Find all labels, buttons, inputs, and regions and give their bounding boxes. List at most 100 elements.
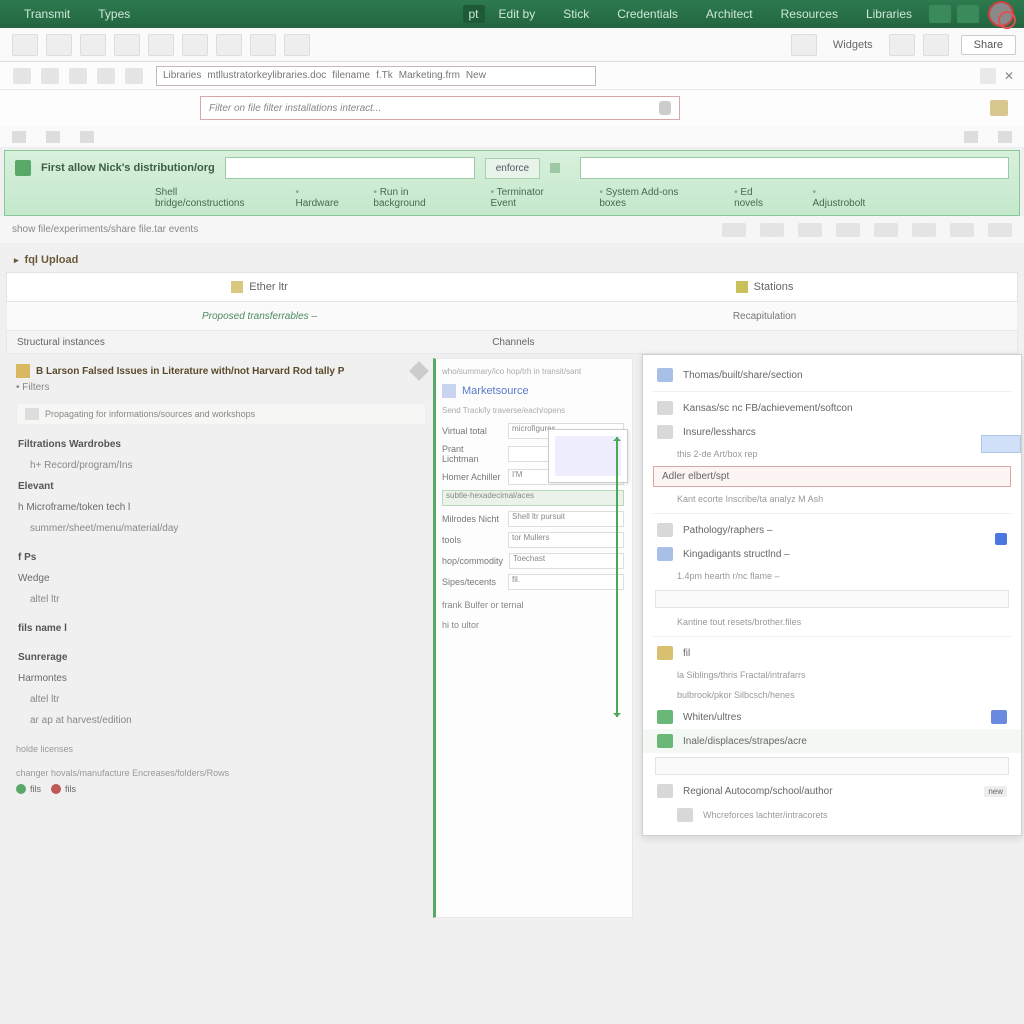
qtab-2[interactable]: Run in background [373,187,460,209]
r-item-18[interactable]: Whcreforces lachter/intracorets [643,803,1021,827]
qtab-1[interactable]: Hardware [296,187,344,209]
pencil-icon[interactable] [409,361,429,381]
tb-1[interactable] [12,131,26,143]
r-item-15[interactable]: Inale/displaces/strapes/acre [643,729,1021,753]
r-item-8[interactable]: 1.4pm hearth r/nc flame – [643,566,1021,586]
ribbon-btn-6[interactable] [182,34,208,56]
menu-libraries[interactable]: Libraries [852,7,926,21]
section-upload[interactable]: fql Upload [0,244,1024,272]
ribbon-btn-8[interactable] [250,34,276,56]
account-avatar[interactable] [988,1,1014,27]
tb-r2[interactable] [998,131,1012,143]
li-g1-4[interactable]: summer/sheet/menu/material/day [16,519,426,538]
li-g4-3[interactable]: ar ap at harvest/edition [16,711,426,730]
tb-3[interactable] [80,131,94,143]
menu-types[interactable]: Types [84,7,144,21]
path-icon-refresh[interactable] [97,68,115,84]
ribbon-btn-7[interactable] [216,34,242,56]
menu-pill[interactable]: pt [463,5,485,23]
li-g1-2[interactable]: Elevant [16,477,426,496]
r-item-12[interactable]: la Siblings/thris Fractal/intrafarrs [643,665,1021,685]
li-g2-2[interactable]: altel ltr [16,590,426,609]
mr5-v[interactable]: tor Mullers [508,532,624,548]
tab-ether[interactable]: Ether ltr [7,281,512,293]
path-icon-back[interactable] [13,68,31,84]
qtab-4[interactable]: System Add-ons boxes [599,187,704,209]
mr7-v[interactable]: fil. [508,574,624,590]
crumb-5[interactable]: New [466,70,486,81]
tb-2[interactable] [46,131,60,143]
li-g1-0[interactable]: Filtrations Wardrobes [16,435,426,454]
r-item-1[interactable]: Kansas/sc nc FB/achievement/softcon [643,396,1021,420]
qtab-6[interactable]: Adjustrobolt [813,187,870,209]
crumb-3[interactable]: f.Tk [376,70,393,81]
mini-thumb[interactable] [981,435,1021,453]
menu-icon-2[interactable] [957,5,979,23]
qtab-0[interactable]: Shell bridge/constructions [155,187,266,209]
share-button[interactable]: Share [961,35,1016,55]
r-item-13[interactable]: bulbrook/pkor Silbcsch/henes [643,685,1021,705]
query-input-1[interactable] [225,157,475,179]
r-item-5[interactable]: Kant ecorte Inscribe/ta analyz M Ash [643,489,1021,509]
fchip-2[interactable] [760,223,784,237]
li-g1-3[interactable]: h Microframe/token tech l [16,498,426,517]
ribbon-btn-r1[interactable] [791,34,817,56]
tab-stations[interactable]: Stations [512,281,1017,293]
mr6-v[interactable]: Toechast [509,553,624,569]
mr4-v[interactable]: Shell ltr pursuit [508,511,624,527]
li-g1-1[interactable]: h+ Record/program/Ins [16,456,426,475]
li-g2-1[interactable]: Wedge [16,569,426,588]
tb-r1[interactable] [964,131,978,143]
menu-icon-1[interactable] [929,5,951,23]
li-g4-0[interactable]: Sunrerage [16,648,426,667]
menu-stick[interactable]: Stick [549,7,603,21]
fchip-6[interactable] [912,223,936,237]
query-input-2[interactable] [580,157,1009,179]
fchip-1[interactable] [722,223,746,237]
r-item-7[interactable]: Kingadigants structlnd – [643,542,1021,566]
ribbon-btn-9[interactable] [284,34,310,56]
history-icon[interactable] [980,68,996,84]
path-icon-up[interactable] [69,68,87,84]
query-enforce-button[interactable]: enforce [485,158,540,179]
fchip-7[interactable] [950,223,974,237]
search-input[interactable]: Filter on file filter installations inte… [200,96,680,120]
crumb-1[interactable]: mtllustratorkeylibraries.doc [207,70,326,81]
ribbon-btn-4[interactable] [114,34,140,56]
crumb-2[interactable]: filename [332,70,370,81]
r-item-0[interactable]: Thomas/built/share/section [643,363,1021,387]
qtab-5[interactable]: Ed novels [734,187,782,209]
r-item-14[interactable]: Whiten/ultres [643,705,1021,729]
subtab-recap[interactable]: Recapitulation [512,311,1017,322]
close-icon[interactable]: ✕ [1002,69,1016,83]
menu-editby[interactable]: Edit by [485,7,550,21]
r-item-3[interactable]: this 2-de Art/box rep [643,444,1021,464]
ribbon-btn-r2[interactable] [889,34,915,56]
qtab-3[interactable]: Terminator Event [490,187,569,209]
subtab-proposed[interactable]: Proposed transferrables – [7,311,512,322]
li-g4-2[interactable]: altel ltr [16,690,426,709]
tag-icon[interactable] [990,100,1008,116]
chip-green[interactable]: fils [16,784,41,794]
crumb-0[interactable]: Libraries [163,70,201,81]
r-item-6[interactable]: Pathology/raphers – [643,518,1021,542]
hdr-channels[interactable]: Channels [492,337,534,348]
menu-transmit[interactable]: Transmit [10,7,84,21]
path-icon-home[interactable] [125,68,143,84]
ribbon-btn-1[interactable] [12,34,38,56]
mr3-v[interactable]: subtle-hexadecimal/aces [442,490,624,506]
fchip-4[interactable] [836,223,860,237]
li-g3-0[interactable]: fils name l [16,619,426,638]
r-item-10[interactable]: Kantine tout resets/brother.files [643,612,1021,632]
r-item-2[interactable]: Insure/lessharcs [643,420,1021,444]
breadcrumb[interactable]: Libraries mtllustratorkeylibraries.doc f… [156,66,596,86]
menu-credentials[interactable]: Credentials [603,7,692,21]
fchip-3[interactable] [798,223,822,237]
ribbon-btn-5[interactable] [148,34,174,56]
fchip-8[interactable] [988,223,1012,237]
chip-red[interactable]: fils [51,784,76,794]
path-icon-fwd[interactable] [41,68,59,84]
r-input-9[interactable] [655,590,1009,608]
hdr-structural[interactable]: Structural instances [17,337,492,348]
r-input-16[interactable] [655,757,1009,775]
